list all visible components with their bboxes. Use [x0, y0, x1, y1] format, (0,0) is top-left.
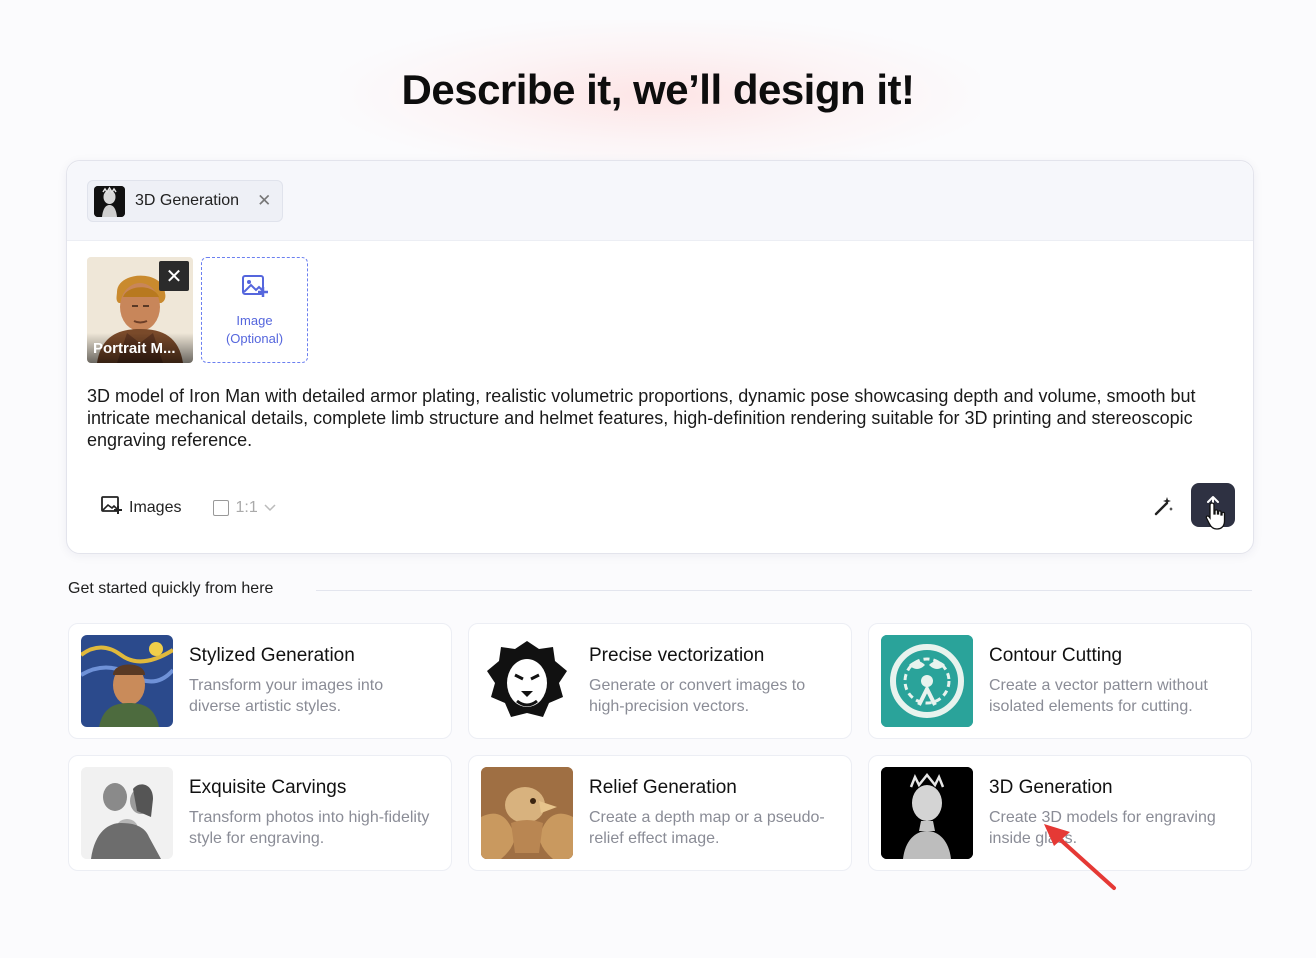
close-icon[interactable]: ✕ — [159, 261, 189, 291]
mode-chip[interactable]: 3D Generation ✕ — [87, 180, 283, 222]
attachment-caption: Portrait M... — [87, 333, 193, 363]
image-add-icon — [101, 495, 123, 520]
feature-card-contour-cutting[interactable]: Contour Cutting Create a vector pattern … — [868, 623, 1252, 739]
square-ratio-icon — [213, 499, 230, 516]
feature-card-exquisite-carvings[interactable]: Exquisite Carvings Transform photos into… — [68, 755, 452, 871]
upload-label: Image — [236, 312, 273, 328]
feature-description: Transform your images into diverse artis… — [189, 677, 384, 715]
magic-wand-icon[interactable] — [1153, 495, 1175, 517]
stylized-generation-thumbnail — [81, 635, 173, 727]
feature-description: Create a vector pattern without isolated… — [989, 677, 1208, 715]
quick-start-label: Get started quickly from here — [68, 580, 274, 597]
eagle-relief-thumbnail — [481, 767, 573, 859]
mode-chip-label: 3D Generation — [135, 192, 240, 209]
images-label: Images — [129, 498, 182, 516]
arrow-up-icon — [1204, 494, 1222, 517]
close-icon[interactable]: ✕ — [257, 191, 271, 211]
feature-description: Generate or convert images to high-preci… — [589, 677, 806, 715]
image-add-icon — [241, 273, 269, 304]
composer-header: 3D Generation ✕ — [67, 161, 1253, 241]
page-title: Describe it, we’ll design it! — [401, 66, 915, 113]
divider — [316, 590, 1252, 591]
feature-title: Contour Cutting — [989, 645, 1123, 666]
feature-title: Relief Generation — [589, 777, 737, 798]
ratio-label: 1:1 — [235, 498, 258, 516]
feature-description: Transform photos into high-fidelity styl… — [189, 809, 430, 847]
upload-sublabel: (Optional) — [225, 330, 284, 346]
composer-toolbar: Images 1:1 — [101, 495, 276, 520]
chevron-down-icon — [264, 499, 276, 517]
prompt-composer: 3D Generation ✕ ✕ Portrait M... Image (O… — [66, 160, 1254, 554]
feature-title: 3D Generation — [989, 777, 1113, 798]
feature-card-relief-generation[interactable]: Relief Generation Create a depth map or … — [468, 755, 852, 871]
bust-3d-thumbnail — [881, 767, 973, 859]
attached-image[interactable]: ✕ Portrait M... — [87, 257, 193, 363]
feature-card-precise-vectorization[interactable]: Precise vectorization Generate or conver… — [468, 623, 852, 739]
attachments-row: ✕ Portrait M... Image (Optional) — [87, 257, 308, 363]
contour-pattern-thumbnail — [881, 635, 973, 727]
bust-thumbnail-icon — [94, 185, 125, 217]
image-upload-button[interactable]: Image (Optional) — [201, 257, 308, 363]
feature-description: Create a depth map or a pseudo-relief ef… — [589, 809, 825, 847]
feature-title: Exquisite Carvings — [189, 777, 347, 798]
feature-title: Stylized Generation — [189, 645, 355, 666]
feature-card-3d-generation[interactable]: 3D Generation Create 3D models for engra… — [868, 755, 1252, 871]
feature-card-stylized-generation[interactable]: Stylized Generation Transform your image… — [68, 623, 452, 739]
feature-description: Create 3D models for engraving inside gl… — [989, 809, 1216, 847]
carving-family-thumbnail — [81, 767, 173, 859]
images-button[interactable]: Images — [101, 495, 181, 520]
lion-vector-thumbnail — [481, 635, 573, 727]
aspect-ratio-select[interactable]: 1:1 — [213, 498, 276, 517]
prompt-input[interactable]: 3D model of Iron Man with detailed armor… — [87, 385, 1237, 451]
feature-title: Precise vectorization — [589, 645, 765, 666]
page: Describe it, we’ll design it! 3D Generat… — [0, 0, 1316, 958]
send-button[interactable] — [1191, 483, 1235, 527]
